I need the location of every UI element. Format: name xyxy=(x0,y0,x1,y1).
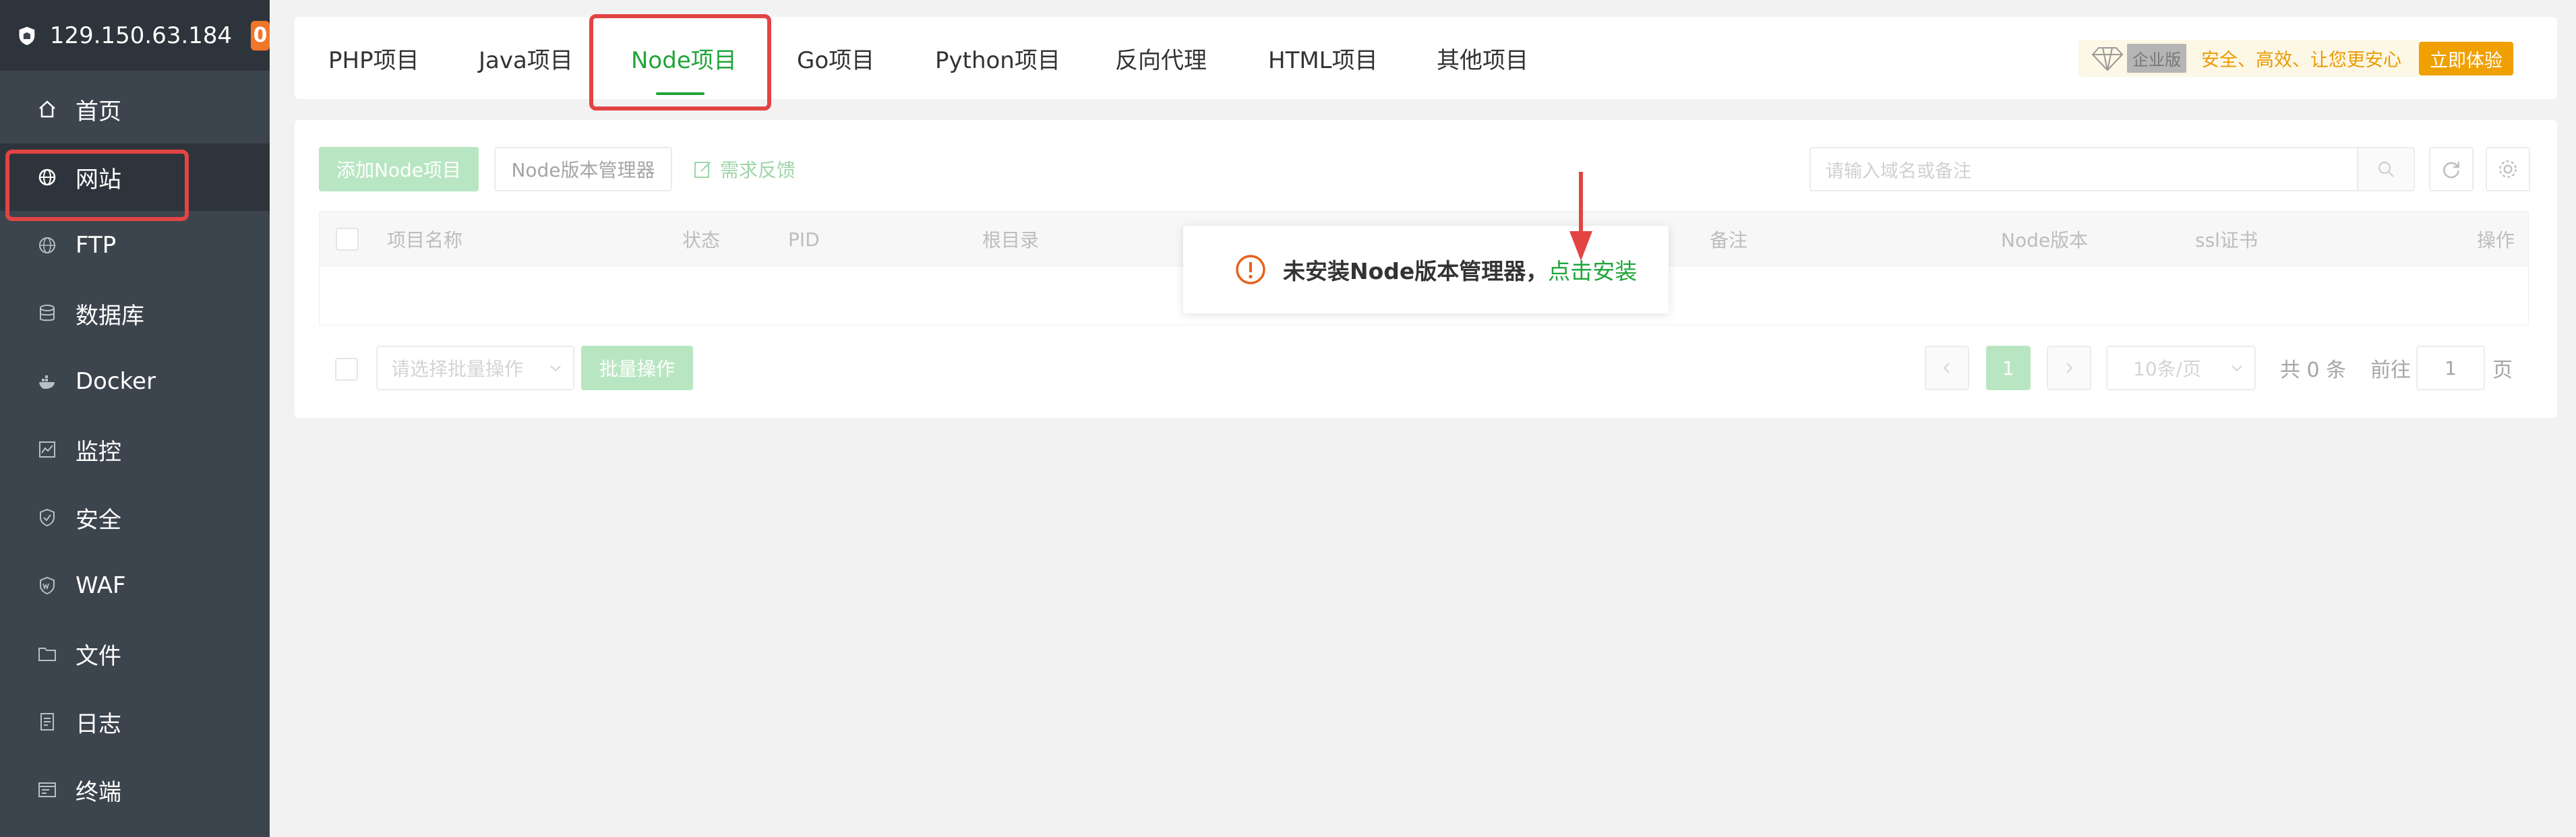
sidebar-item-security[interactable]: 安全 xyxy=(0,484,270,551)
column-status[interactable]: 状态 xyxy=(682,212,720,267)
sidebar-item-logs[interactable]: 日志 xyxy=(0,688,270,755)
settings-button[interactable] xyxy=(2486,147,2530,191)
notification-badge[interactable]: 0 xyxy=(251,20,270,51)
tab-other[interactable]: 其他项目 xyxy=(1437,17,1528,99)
tab-java[interactable]: Java项目 xyxy=(479,17,573,99)
tab-html[interactable]: HTML项目 xyxy=(1268,17,1378,99)
sidebar-item-docker[interactable]: Docker xyxy=(0,348,270,415)
sidebar-item-ftp[interactable]: FTP xyxy=(0,212,270,279)
refresh-icon xyxy=(2443,162,2459,179)
tab-go[interactable]: Go项目 xyxy=(797,17,874,99)
tab-python[interactable]: Python项目 xyxy=(935,17,1060,99)
column-actions: 操作 xyxy=(2477,229,2515,251)
enterprise-edition-label: 企业版 xyxy=(2127,44,2186,73)
sidebar-item-label: 监控 xyxy=(76,438,121,466)
ftp-globe-icon xyxy=(37,235,57,255)
chevron-right-icon xyxy=(2066,363,2073,373)
sidebar-item-label: 终端 xyxy=(76,778,121,806)
total-count: 共 0 条 xyxy=(2280,359,2347,382)
sidebar-item-waf[interactable]: WAF xyxy=(0,552,270,619)
home-icon xyxy=(37,99,57,119)
column-remark[interactable]: 备注 xyxy=(1710,212,1747,267)
column-pid[interactable]: PID xyxy=(788,212,820,267)
sidebar-item-terminal[interactable]: 终端 xyxy=(0,756,270,824)
database-icon xyxy=(37,303,57,323)
batch-select-placeholder: 请选择批量操作 xyxy=(391,358,524,380)
sidebar-item-label: 日志 xyxy=(76,710,121,738)
sidebar-item-label: 数据库 xyxy=(76,302,144,330)
sidebar-item-label: Docker xyxy=(76,368,156,395)
tab-reverse-proxy[interactable]: 反向代理 xyxy=(1115,17,1207,99)
column-node-version[interactable]: Node版本 xyxy=(2001,212,2088,267)
refresh-button[interactable] xyxy=(2429,147,2474,191)
log-icon xyxy=(37,712,57,732)
gear-icon xyxy=(2499,160,2517,178)
feedback-link[interactable]: 需求反馈 xyxy=(693,155,796,183)
edit-icon xyxy=(694,162,711,178)
annotation-arrow xyxy=(1569,172,1592,261)
sidebar: 129.150.63.184 0 首页 网站 FTP 数据库 Docker 监控… xyxy=(0,0,270,837)
folder-icon xyxy=(37,644,57,664)
waf-shield-icon xyxy=(37,576,57,596)
server-header: 129.150.63.184 0 xyxy=(0,0,270,71)
page-size-select[interactable]: 10条/页 xyxy=(2106,346,2256,390)
diamond-icon xyxy=(2091,46,2124,71)
sidebar-item-label: WAF xyxy=(76,572,126,599)
sidebar-item-monitor[interactable]: 监控 xyxy=(0,416,270,483)
promo-slogan: 安全、高效、让您更安心 xyxy=(2201,50,2401,71)
enterprise-promo: 企业版 安全、高效、让您更安心 xyxy=(2078,40,2420,77)
chevron-down-icon xyxy=(550,365,561,372)
sidebar-item-label: 安全 xyxy=(76,506,121,534)
chevron-left-icon xyxy=(1943,363,1950,373)
node-version-manager-button[interactable]: Node版本管理器 xyxy=(494,147,672,191)
next-page-button[interactable] xyxy=(2047,346,2091,390)
select-all-checkbox[interactable] xyxy=(336,228,359,251)
prev-page-button[interactable] xyxy=(1925,346,1969,390)
column-ssl[interactable]: ssl证书 xyxy=(2195,212,2258,267)
terminal-icon xyxy=(37,780,57,800)
add-node-project-button[interactable]: 添加Node项目 xyxy=(319,147,479,191)
page-size-value: 10条/页 xyxy=(2133,358,2202,380)
column-root-dir[interactable]: 根目录 xyxy=(982,212,1039,267)
search-button[interactable] xyxy=(2357,147,2415,191)
sidebar-item-label: FTP xyxy=(76,232,117,259)
sidebar-item-home[interactable]: 首页 xyxy=(0,75,270,143)
monitor-icon xyxy=(37,439,57,460)
sidebar-item-files[interactable]: 文件 xyxy=(0,620,270,687)
toast-message: 未安装Node版本管理器， xyxy=(1283,258,1549,284)
server-ip: 129.150.63.184 xyxy=(49,22,233,49)
sidebar-item-label: 文件 xyxy=(76,642,121,670)
page-1-button[interactable]: 1 xyxy=(1986,346,2031,390)
feedback-label: 需求反馈 xyxy=(720,159,796,181)
goto-label: 前往 xyxy=(2370,359,2411,382)
server-shield-icon xyxy=(19,26,35,45)
highlight-website-menu xyxy=(5,150,189,221)
batch-operation-select[interactable]: 请选择批量操作 xyxy=(376,346,574,390)
sidebar-item-label: 首页 xyxy=(76,98,121,125)
goto-page-input[interactable]: 1 xyxy=(2416,346,2485,390)
docker-icon xyxy=(37,371,57,392)
warning-icon xyxy=(1236,255,1265,284)
try-now-button[interactable]: 立即体验 xyxy=(2419,42,2513,75)
column-project-name[interactable]: 项目名称 xyxy=(387,212,462,267)
page-unit-label: 页 xyxy=(2492,359,2513,382)
batch-operation-button[interactable]: 批量操作 xyxy=(581,346,693,390)
chevron-down-icon xyxy=(2231,365,2242,372)
footer-select-all-checkbox[interactable] xyxy=(335,358,358,381)
highlight-node-tab xyxy=(589,14,771,111)
search-icon xyxy=(2378,161,2394,177)
shield-icon xyxy=(37,507,57,528)
tab-php[interactable]: PHP项目 xyxy=(328,17,419,99)
search-input[interactable]: 请输入域名或备注 xyxy=(1809,147,2358,191)
sidebar-item-database[interactable]: 数据库 xyxy=(0,280,270,347)
